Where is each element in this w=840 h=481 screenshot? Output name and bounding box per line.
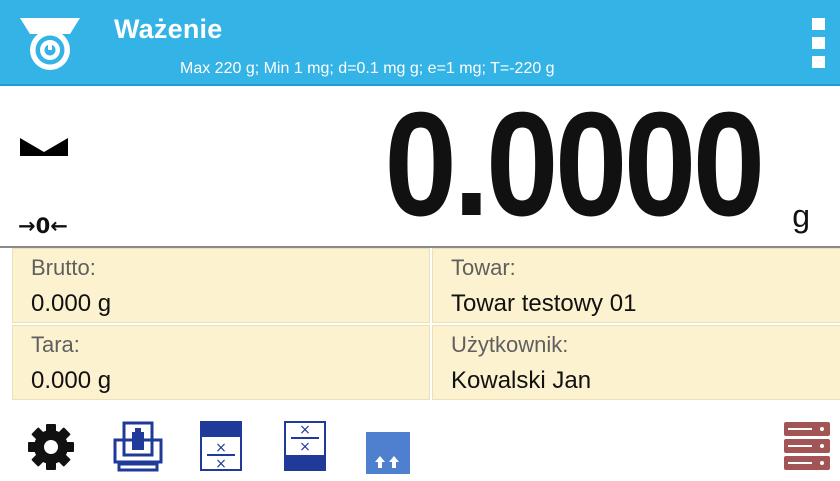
- user-value: Kowalski Jan: [451, 367, 592, 394]
- settings-gear-icon[interactable]: [26, 418, 76, 474]
- info-fields: Brutto: 0.000 g Towar: Towar testowy 01 …: [12, 248, 840, 400]
- user-field[interactable]: Użytkownik: Kowalski Jan: [432, 325, 840, 400]
- vertical-dots-menu-icon[interactable]: [812, 18, 826, 72]
- weight-unit[interactable]: g: [792, 198, 810, 235]
- svg-text:×: ×: [215, 440, 227, 456]
- zero-indicator-icon: →0←: [18, 214, 68, 238]
- svg-text:×: ×: [215, 456, 227, 472]
- weight-reading: 0.0000: [384, 82, 766, 247]
- database-icon[interactable]: [782, 418, 832, 474]
- title-bar: Ważenie Max 220 g; Min 1 mg; d=0.1 mg g;…: [0, 0, 840, 86]
- scale-icon[interactable]: [18, 12, 82, 74]
- svg-text:×: ×: [299, 422, 311, 438]
- x-x-bottom-icon[interactable]: × ×: [198, 418, 244, 474]
- brutto-field[interactable]: Brutto: 0.000 g: [12, 248, 430, 323]
- up-arrows-icon[interactable]: [366, 418, 410, 474]
- brutto-value: 0.000 g: [31, 290, 112, 317]
- tara-value: 0.000 g: [31, 367, 112, 394]
- stability-marker-icon: [20, 138, 68, 156]
- tara-label: Tara:: [31, 332, 80, 357]
- towar-label: Towar:: [451, 255, 516, 280]
- towar-value: Towar testowy 01: [451, 290, 637, 317]
- weighing-display: →0← 0.0000 g: [0, 86, 840, 246]
- page-title: Ważenie: [114, 14, 223, 44]
- brutto-label: Brutto:: [31, 255, 96, 280]
- towar-field[interactable]: Towar: Towar testowy 01: [432, 248, 840, 323]
- bottom-toolbar: × × × ×: [0, 410, 840, 481]
- tara-field[interactable]: Tara: 0.000 g: [12, 325, 430, 400]
- tare-icon[interactable]: [110, 418, 166, 474]
- scale-parameters: Max 220 g; Min 1 mg; d=0.1 mg g; e=1 mg;…: [180, 60, 555, 77]
- x-x-top-icon[interactable]: × ×: [282, 418, 328, 474]
- user-label: Użytkownik:: [451, 332, 569, 357]
- svg-text:×: ×: [299, 439, 311, 455]
